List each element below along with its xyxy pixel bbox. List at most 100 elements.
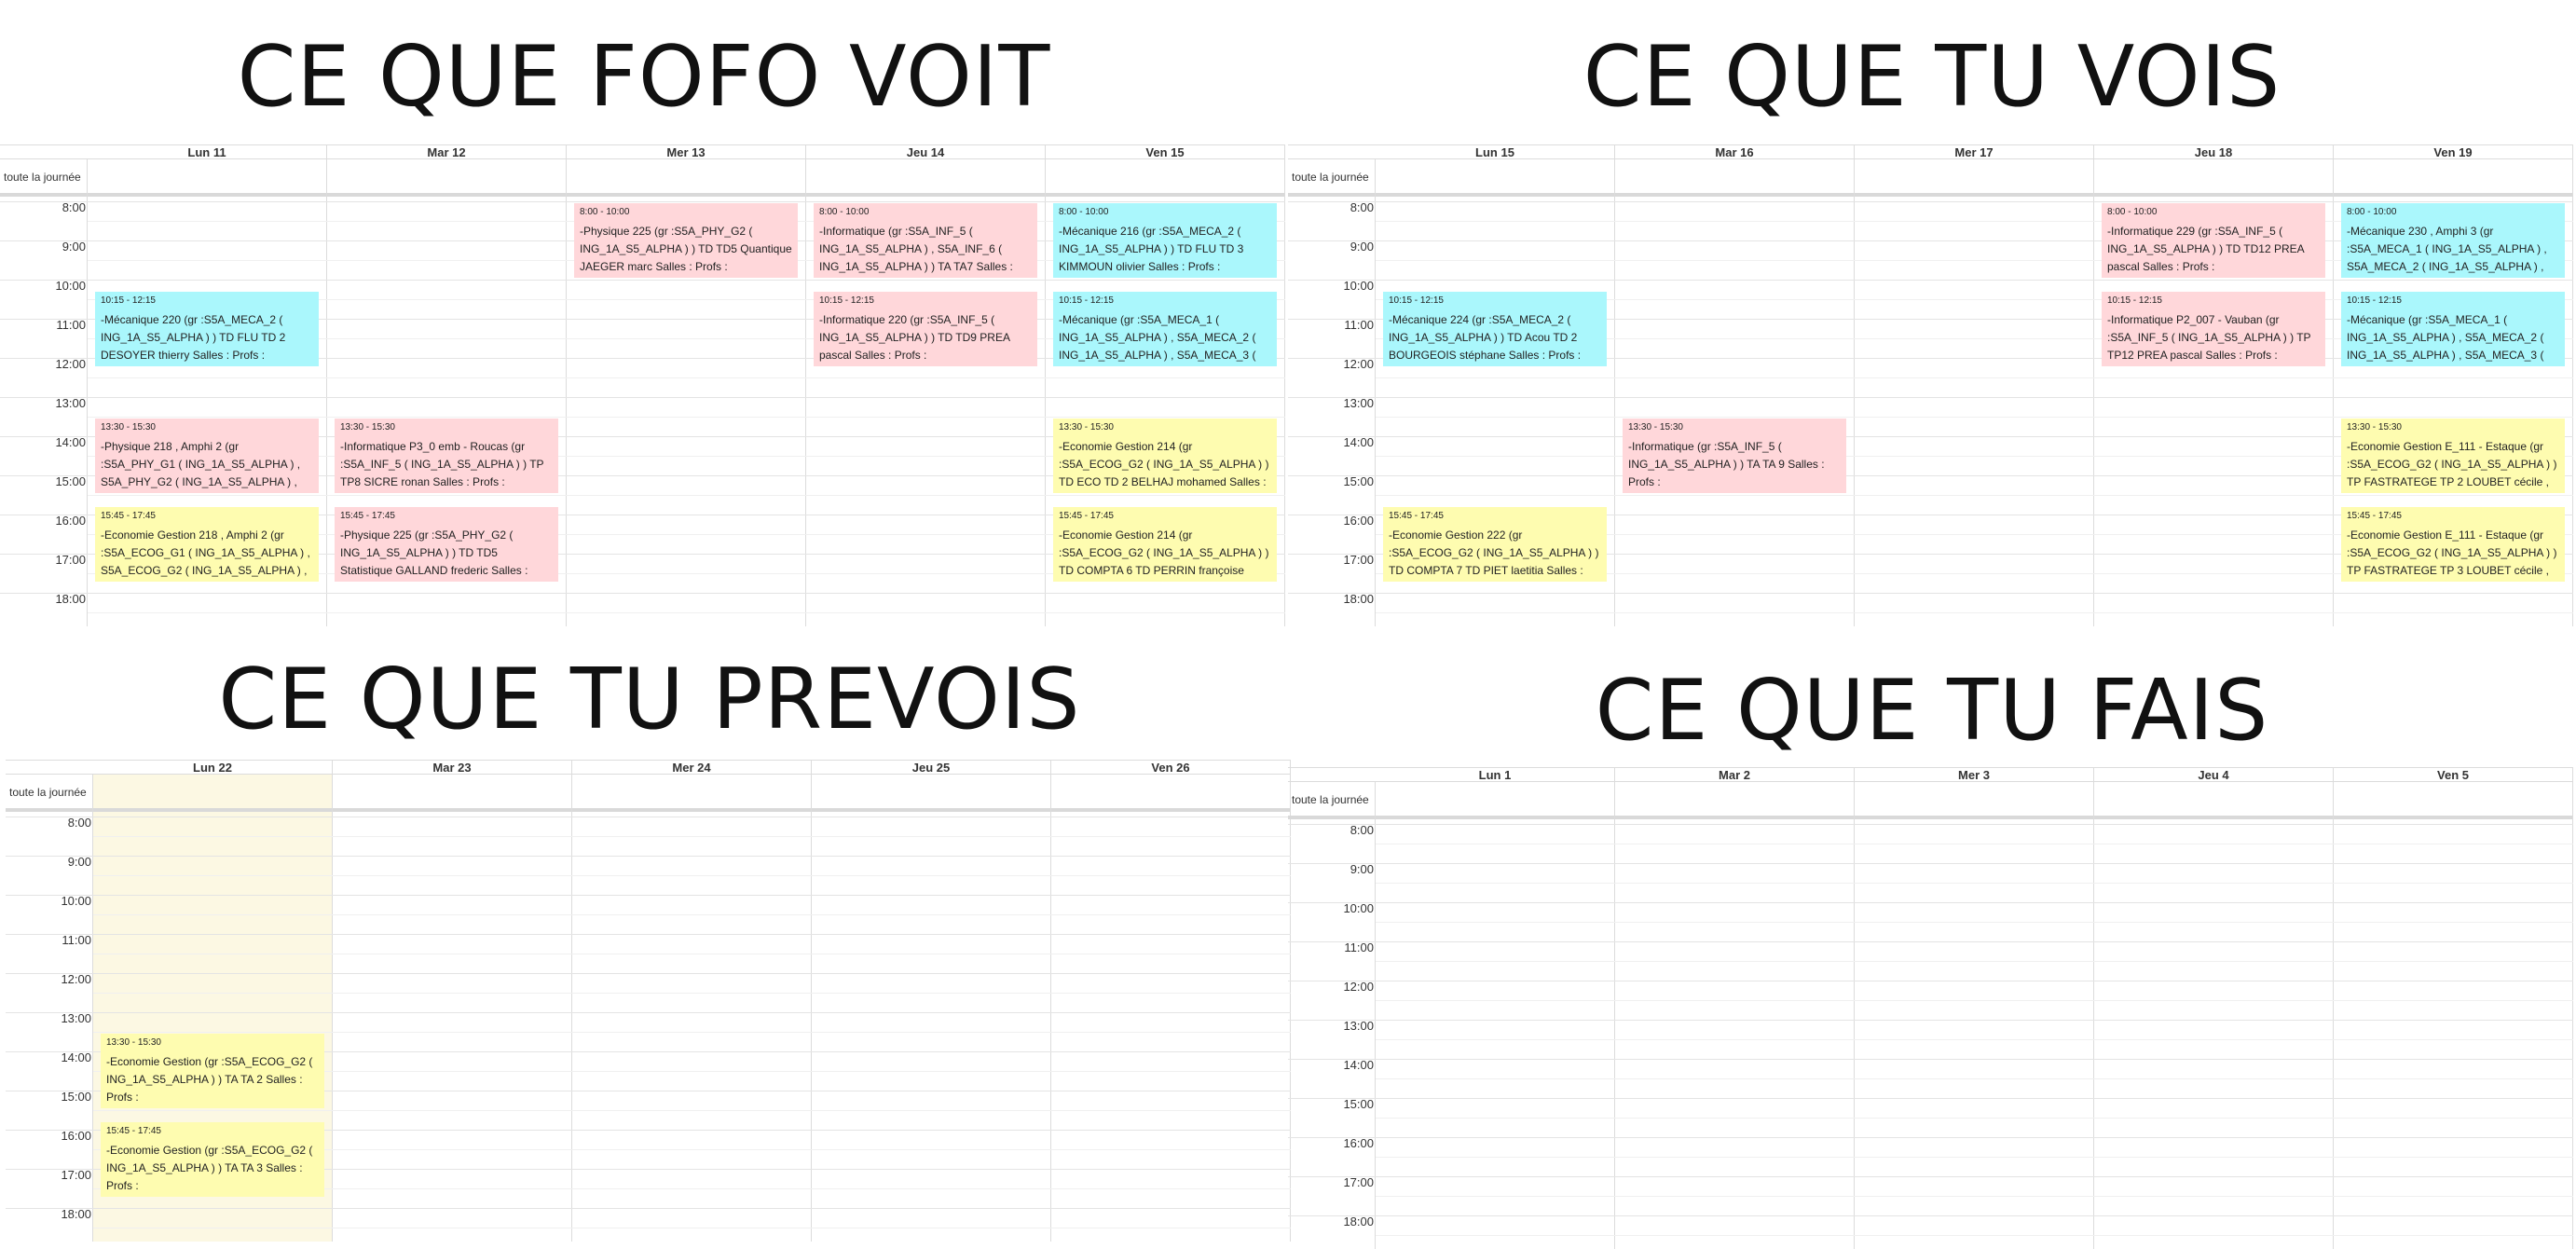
day-header[interactable]: Jeu 4 [2094, 767, 2334, 782]
hour-label: 18:00 [55, 592, 86, 606]
event-description: -Economie Gestion 218 , Amphi 2 (gr :S5A… [101, 528, 310, 577]
all-day-label: toute la journée [1292, 793, 1369, 806]
hour-label: 9:00 [67, 855, 91, 869]
hour-gridline [1288, 1176, 2573, 1177]
day-header[interactable]: Mar 2 [1615, 767, 1855, 782]
hour-gridline [0, 593, 1285, 594]
calendar-event[interactable]: 15:45 - 17:45 -Economie Gestion 222 (gr :… [1383, 506, 1607, 582]
day-header[interactable]: Mer 24 [572, 760, 812, 775]
hour-label: 8:00 [1350, 823, 1374, 837]
column-divider [1854, 159, 1855, 626]
calendar-event[interactable]: 10:15 - 12:15 -Mécanique 220 (gr :S5A_MEC… [95, 291, 319, 366]
hour-label: 16:00 [1343, 1136, 1374, 1150]
column-divider [2333, 159, 2334, 626]
calendar-event[interactable]: 15:45 - 17:45 -Physique 225 (gr :S5A_PHY_… [335, 506, 558, 582]
day-header[interactable]: Jeu 25 [812, 760, 1051, 775]
event-time: 8:00 - 10:00 [2347, 207, 2397, 217]
hour-label: 12:00 [61, 972, 91, 986]
calendar-event[interactable]: 13:30 - 15:30 -Informatique P3_0 emb - Ro… [335, 419, 558, 493]
day-header[interactable]: Lun 15 [1376, 144, 1615, 159]
calendar-event[interactable]: 15:45 - 17:45 -Economie Gestion 214 (gr :… [1053, 506, 1277, 582]
hour-gridline [1288, 1098, 2573, 1099]
hour-gridline [1288, 863, 2573, 864]
event-time: 15:45 - 17:45 [106, 1125, 161, 1136]
hour-gridline [6, 1012, 1291, 1013]
calendar-event[interactable]: 8:00 - 10:00 -Informatique (gr :S5A_INF_5… [814, 203, 1037, 278]
hour-gridline [1288, 201, 2573, 202]
day-header[interactable]: Mar 16 [1615, 144, 1855, 159]
hour-label: 10:00 [1343, 279, 1374, 293]
week-calendar: Lun 11 Mar 12 Mer 13 Jeu 14 Ven 15 toute la j… [0, 144, 1285, 626]
day-header[interactable]: Lun 1 [1376, 767, 1615, 782]
day-header[interactable]: Mar 23 [333, 760, 572, 775]
day-header[interactable]: Mer 3 [1855, 767, 2094, 782]
half-hour-gridline [1376, 612, 2573, 613]
day-header[interactable]: Mar 12 [327, 144, 567, 159]
half-hour-gridline [1376, 1000, 2573, 1001]
day-header[interactable]: Ven 15 [1046, 144, 1285, 159]
hour-label: 8:00 [62, 200, 86, 214]
day-header[interactable]: Mer 17 [1855, 144, 2094, 159]
hour-gridline [0, 201, 1285, 202]
calendar-event[interactable]: 10:15 - 12:15 -Mécanique (gr :S5A_MECA_1 … [2341, 291, 2565, 366]
event-time: 13:30 - 15:30 [106, 1037, 161, 1048]
calendar-event[interactable]: 10:15 - 12:15 -Informatique 220 (gr :S5A_… [814, 291, 1037, 366]
week-calendar: Lun 22 Mar 23 Mer 24 Jeu 25 Ven 26 toute la j… [6, 760, 1291, 1242]
calendar-event[interactable]: 13:30 - 15:30 -Economie Gestion E_111 - E… [2341, 419, 2565, 493]
day-header[interactable]: Jeu 18 [2094, 144, 2334, 159]
column-divider [2572, 782, 2573, 1249]
hour-label: 9:00 [1350, 240, 1374, 254]
half-hour-gridline [1376, 1196, 2573, 1197]
day-header[interactable]: Lun 22 [93, 760, 333, 775]
calendar-event[interactable]: 15:45 - 17:45 -Economie Gestion 218 , Amp… [95, 506, 319, 582]
hour-gridline [1288, 1020, 2573, 1021]
column-divider [1375, 159, 1376, 626]
calendar-event[interactable]: 10:15 - 12:15 -Mécanique (gr :S5A_MECA_1 … [1053, 291, 1277, 366]
calendar-event[interactable]: 15:45 - 17:45 -Economie Gestion E_111 - E… [2341, 506, 2565, 582]
event-time: 8:00 - 10:00 [819, 207, 870, 217]
week-calendar: Lun 1 Mar 2 Mer 3 Jeu 4 Ven 5 toute la journé… [1288, 767, 2573, 1249]
day-header[interactable]: Ven 5 [2334, 767, 2573, 782]
day-header[interactable]: Jeu 14 [806, 144, 1046, 159]
calendar-event[interactable]: 13:30 - 15:30 -Informatique (gr :S5A_INF_… [1623, 419, 1846, 493]
column-divider [805, 159, 806, 626]
hour-gridline [1288, 280, 2573, 281]
event-time: 8:00 - 10:00 [2107, 207, 2158, 217]
hour-label: 14:00 [1343, 1058, 1374, 1072]
calendar-event[interactable]: 8:00 - 10:00 -Physique 225 (gr :S5A_PHY_G… [574, 203, 798, 278]
calendar-event[interactable]: 13:30 - 15:30 -Physique 218 , Amphi 2 (gr… [95, 419, 319, 493]
day-header[interactable]: Ven 26 [1051, 760, 1291, 775]
hour-gridline [1288, 397, 2573, 398]
day-header[interactable]: Lun 11 [88, 144, 327, 159]
calendar-event[interactable]: 15:45 - 17:45 -Economie Gestion (gr :S5A_… [101, 1121, 324, 1197]
calendar-event[interactable]: 8:00 - 10:00 -Mécanique 230 , Amphi 3 (gr… [2341, 203, 2565, 278]
column-divider [2572, 159, 2573, 626]
calendar-event[interactable]: 10:15 - 12:15 -Mécanique 224 (gr :S5A_MEC… [1383, 291, 1607, 366]
hour-gridline [1288, 593, 2573, 594]
hour-gridline [0, 280, 1285, 281]
hour-label: 13:00 [55, 396, 86, 410]
hour-label: 15:00 [1343, 474, 1374, 488]
half-hour-gridline [88, 377, 1285, 378]
event-description: -Economie Gestion 222 (gr :S5A_ECOG_G2 (… [1389, 528, 1599, 577]
calendar-event[interactable]: 8:00 - 10:00 -Mécanique 216 (gr :S5A_MECA… [1053, 203, 1277, 278]
half-hour-gridline [88, 417, 1285, 418]
calendar-event[interactable]: 10:15 - 12:15 -Informatique P2_007 - Vaub… [2102, 291, 2325, 366]
hour-gridline [6, 973, 1291, 974]
event-description: -Informatique P3_0 emb - Roucas (gr :S5A… [340, 440, 544, 488]
hour-label: 15:00 [61, 1090, 91, 1104]
column-divider [326, 159, 327, 626]
day-header[interactable]: Mer 13 [567, 144, 806, 159]
day-header[interactable]: Ven 19 [2334, 144, 2573, 159]
calendar-event[interactable]: 13:30 - 15:30 -Economie Gestion 214 (gr :… [1053, 419, 1277, 493]
calendar-event[interactable]: 13:30 - 15:30 -Economie Gestion (gr :S5A_… [101, 1034, 324, 1108]
hour-gridline [6, 1208, 1291, 1209]
hour-label: 16:00 [1343, 514, 1374, 528]
all-day-row [0, 159, 1285, 197]
half-hour-gridline [93, 1110, 1291, 1111]
column-divider [92, 775, 93, 1242]
hour-label: 10:00 [1343, 901, 1374, 915]
half-hour-gridline [1376, 1078, 2573, 1079]
calendar-event[interactable]: 8:00 - 10:00 -Informatique 229 (gr :S5A_I… [2102, 203, 2325, 278]
hour-gridline [6, 895, 1291, 896]
